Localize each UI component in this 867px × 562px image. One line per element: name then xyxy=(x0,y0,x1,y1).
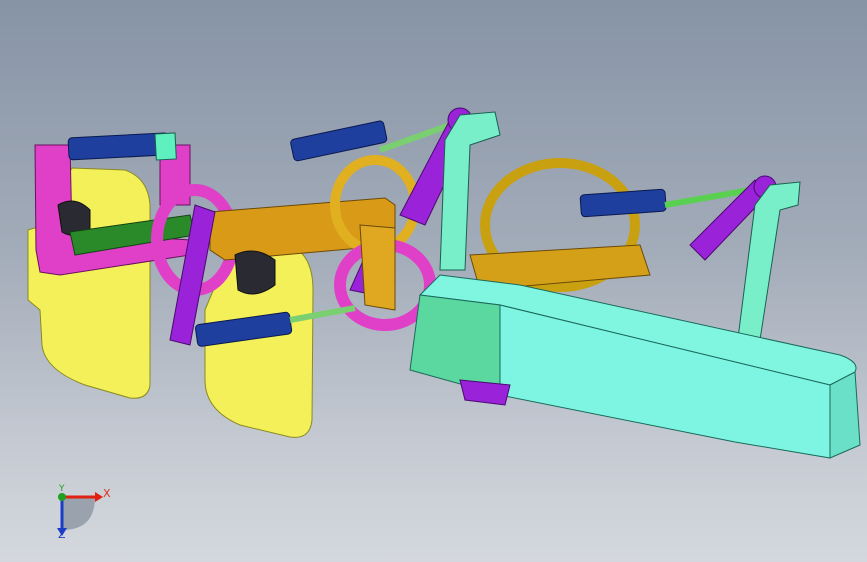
triad-y-axis-dot xyxy=(58,493,66,501)
triad-z-label: Z xyxy=(58,528,66,541)
orange-bracket[interactable] xyxy=(359,224,396,311)
right-blue-cylinder[interactable] xyxy=(579,188,667,218)
triad-x-arrow xyxy=(95,492,103,502)
middle-dark-clamp[interactable] xyxy=(234,250,276,295)
cad-3d-viewport[interactable]: X Y Z xyxy=(0,0,867,562)
right-cyan-body-front[interactable] xyxy=(409,294,501,396)
left-cylinder-cap[interactable] xyxy=(154,132,177,161)
triad-y-label: Y xyxy=(59,484,65,494)
lower-purple-bracket[interactable] xyxy=(459,379,511,406)
triad-base-wedge xyxy=(62,497,95,530)
left-blue-cylinder[interactable] xyxy=(67,132,170,161)
mechanism-assembly-model[interactable] xyxy=(0,0,867,562)
triad-x-label: X xyxy=(103,487,111,500)
right-cyan-body-end[interactable] xyxy=(829,371,861,459)
